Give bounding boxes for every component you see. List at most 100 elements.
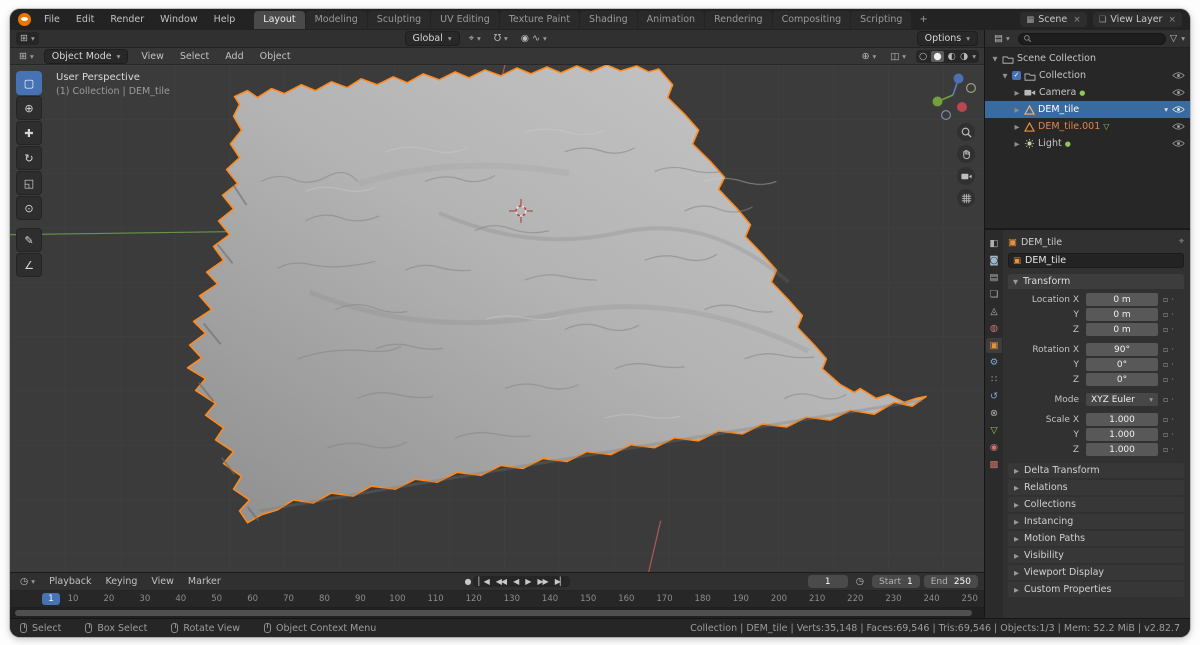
viewport-menu-object[interactable]: Object (253, 49, 298, 64)
remove-view-layer-icon[interactable]: × (1166, 15, 1176, 25)
keyframe-dot-icon[interactable]: · (1171, 345, 1174, 354)
workspace-tab-animation[interactable]: Animation (638, 11, 704, 29)
workspace-tab-scripting[interactable]: Scripting (851, 11, 911, 29)
keyframe-dot-icon[interactable]: · (1171, 445, 1174, 454)
timeline-ruler[interactable]: 1020304050607080901001101201301401501601… (10, 591, 984, 608)
timeline-menu-marker[interactable]: Marker (182, 575, 227, 588)
disclosure-icon[interactable]: ▶ (1013, 106, 1021, 114)
visibility-eye-icon[interactable] (1172, 105, 1185, 114)
workspace-tab-modeling[interactable]: Modeling (306, 11, 367, 29)
properties-tab-world[interactable]: ◍ (986, 321, 1002, 336)
next-keyframe-button[interactable]: ▶▶ (537, 577, 547, 586)
editor-type-button[interactable]: ⊞▾ (15, 50, 38, 63)
timeline-menu-keying[interactable]: Keying (99, 575, 143, 588)
view-layer-selector[interactable]: ❏ View Layer × (1093, 12, 1182, 27)
panel-delta-transform[interactable]: ▶Delta Transform (1008, 463, 1184, 478)
viewport-menu-view[interactable]: View (134, 49, 171, 64)
transform-panel-header[interactable]: ▼ Transform (1008, 274, 1184, 289)
transform-value-y[interactable]: 0° (1086, 358, 1158, 371)
visibility-eye-icon[interactable] (1172, 139, 1185, 148)
zoom-button[interactable] (957, 123, 975, 141)
jump-to-start-button[interactable]: ▏◀ (478, 577, 488, 586)
menu-file[interactable]: File (37, 12, 67, 27)
outliner-row-scene-collection[interactable]: ▼ Scene Collection (985, 50, 1190, 67)
panel-collections[interactable]: ▶Collections (1008, 497, 1184, 512)
filter-icon[interactable]: ▽ (1170, 33, 1177, 44)
tool-scale[interactable]: ◱ (16, 171, 42, 195)
lock-icon[interactable]: ▫ (1163, 430, 1168, 439)
transform-value-location-x[interactable]: 0 m (1086, 293, 1158, 306)
transform-value-scale-x[interactable]: 1.000 (1086, 413, 1158, 426)
viewport-menu-select[interactable]: Select (173, 49, 216, 64)
mode-dropdown[interactable]: Object Mode ▾ (44, 49, 129, 64)
overlays-toggle[interactable]: ◫▾ (886, 50, 910, 63)
keyframe-dot-icon[interactable]: · (1171, 360, 1174, 369)
outliner-search-input[interactable] (1035, 34, 1161, 44)
lock-icon[interactable]: ▫ (1163, 310, 1168, 319)
lock-icon[interactable]: ▫ (1163, 325, 1168, 334)
outliner-row-light[interactable]: ▶ Light ● (985, 135, 1190, 152)
pivot-dropdown[interactable]: ⌖▾ (465, 32, 485, 45)
properties-tab-modifiers[interactable]: ⚙ (986, 355, 1002, 370)
workspace-tab-shading[interactable]: Shading (580, 11, 637, 29)
disclosure-icon[interactable]: ▶ (1013, 89, 1021, 97)
play-button[interactable]: ▶ (525, 577, 530, 586)
shading-wireframe-button[interactable]: ○ (919, 51, 927, 62)
visibility-eye-icon[interactable] (1172, 122, 1185, 131)
shading-material-button[interactable]: ◐ (948, 51, 956, 62)
disclosure-icon[interactable]: ▶ (1013, 140, 1021, 148)
camera-view-button[interactable] (957, 167, 975, 185)
outliner-row-dem-tile[interactable]: ▶ DEM_tile ▾ (985, 101, 1190, 118)
tool-transform[interactable]: ⊙ (16, 196, 42, 220)
workspace-tab-rendering[interactable]: Rendering (705, 11, 772, 29)
chevron-down-icon[interactable]: ▾ (1181, 34, 1185, 43)
active-tool-icon[interactable]: ⊞▾ (16, 32, 39, 45)
add-workspace-button[interactable]: + (913, 11, 933, 28)
transform-value-y[interactable]: 0 m (1086, 308, 1158, 321)
keyframe-dot-icon[interactable]: · (1171, 295, 1174, 304)
properties-tab-render[interactable]: ◙ (986, 253, 1002, 268)
keyframe-dot-icon[interactable]: · (1171, 430, 1174, 439)
menu-help[interactable]: Help (207, 12, 243, 27)
properties-tab-particles[interactable]: ∷ (986, 372, 1002, 387)
previous-keyframe-button[interactable]: ◀◀ (496, 577, 506, 586)
outliner-row-collection[interactable]: ▼ ✓ Collection (985, 67, 1190, 84)
workspace-tab-texture-paint[interactable]: Texture Paint (500, 11, 579, 29)
properties-tab-object[interactable]: ▣ (986, 338, 1002, 353)
orientation-dropdown[interactable]: Global ▾ (405, 31, 460, 46)
lock-icon[interactable]: ▫ (1163, 295, 1168, 304)
shading-rendered-button[interactable]: ◑ (960, 51, 968, 62)
keyframe-dot-icon[interactable]: · (1171, 395, 1174, 404)
transform-value-z[interactable]: 0° (1086, 373, 1158, 386)
visibility-eye-icon[interactable] (1172, 71, 1185, 80)
lock-icon[interactable]: ▫ (1163, 395, 1168, 404)
lock-icon[interactable]: ▫ (1163, 345, 1168, 354)
timeline-menu-view[interactable]: View (145, 575, 180, 588)
panel-visibility[interactable]: ▶Visibility (1008, 548, 1184, 563)
menu-edit[interactable]: Edit (69, 12, 101, 27)
viewport-3d[interactable]: User Perspective (1) Collection | DEM_ti… (10, 65, 984, 572)
workspace-tab-layout[interactable]: Layout (254, 11, 304, 29)
timeline-scrollbar[interactable] (10, 608, 984, 618)
object-name-field[interactable]: ▣ DEM_tile (1008, 253, 1184, 268)
disclosure-icon[interactable]: ▼ (1001, 72, 1009, 80)
playhead[interactable]: 1 (42, 593, 60, 605)
chevron-down-icon[interactable]: ▾ (1164, 105, 1168, 114)
frame-end-field[interactable]: End 250 (924, 575, 978, 588)
tool-move[interactable]: ✚ (16, 121, 42, 145)
transform-value-y[interactable]: 1.000 (1086, 428, 1158, 441)
outliner-row-dem-tile-001[interactable]: ▶ DEM_tile.001 ▽ (985, 118, 1190, 135)
jump-to-end-button[interactable]: ▶▏ (555, 577, 565, 586)
collection-checkbox[interactable]: ✓ (1012, 71, 1021, 80)
tool-rotate[interactable]: ↻ (16, 146, 42, 170)
frame-start-field[interactable]: Start 1 (872, 575, 920, 588)
tool-measure[interactable]: ∠ (16, 253, 42, 277)
auto-keying-button[interactable]: ● (464, 577, 470, 586)
menu-window[interactable]: Window (153, 12, 204, 27)
lock-icon[interactable]: ▫ (1163, 375, 1168, 384)
panel-custom-properties[interactable]: ▶Custom Properties (1008, 582, 1184, 597)
properties-tab-output[interactable]: ▤ (986, 270, 1002, 285)
visibility-eye-icon[interactable] (1172, 88, 1185, 97)
play-reverse-button[interactable]: ◀ (513, 577, 518, 586)
properties-tab-scene[interactable]: ◬ (986, 304, 1002, 319)
